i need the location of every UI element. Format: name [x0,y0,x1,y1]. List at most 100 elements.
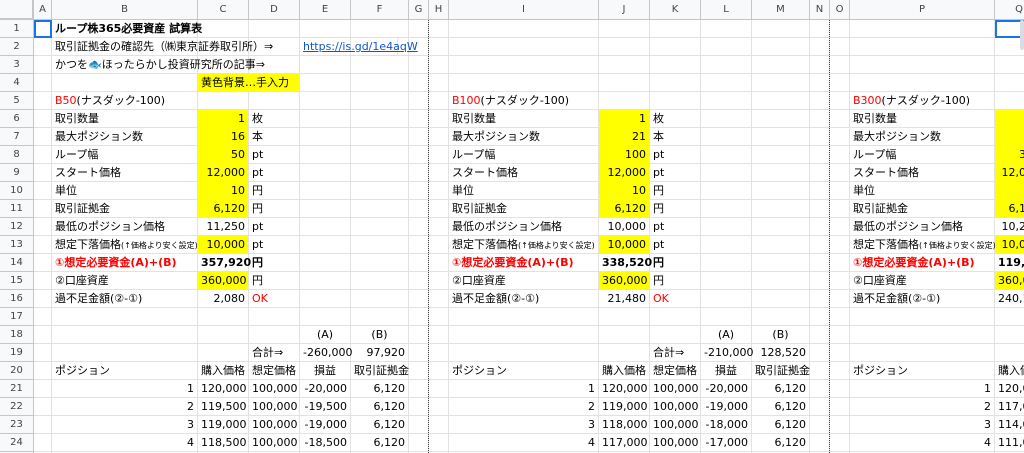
param-input[interactable]: 10 [198,182,249,200]
empty-cell[interactable] [752,128,810,146]
table-cell[interactable]: 6,120 [351,398,409,416]
empty-cell[interactable] [198,344,249,362]
empty-cell[interactable] [351,20,409,38]
empty-cell[interactable] [52,326,198,344]
empty-cell[interactable] [995,74,1024,92]
empty-cell[interactable] [429,56,449,74]
empty-cell[interactable] [701,236,752,254]
param-unit[interactable]: 円 [249,182,300,200]
empty-cell[interactable] [429,398,449,416]
empty-cell[interactable] [34,362,52,380]
param-unit[interactable]: pt [650,218,701,236]
empty-cell[interactable] [830,398,850,416]
empty-cell[interactable] [351,182,409,200]
param-label[interactable]: 単位 [52,182,198,200]
empty-cell[interactable] [34,344,52,362]
empty-cell[interactable] [650,308,701,326]
row-header-20[interactable]: 20 [0,362,34,380]
empty-cell[interactable] [429,308,449,326]
table-cell[interactable]: -18,000 [701,416,752,434]
empty-cell[interactable] [351,218,409,236]
table-cell[interactable]: 100,000 [249,416,300,434]
table-header[interactable]: 想定価格 [650,362,701,380]
param-label[interactable]: ②口座資産 [449,272,599,290]
table-header[interactable]: 購入価格 [599,362,650,380]
column-header-d[interactable]: D [249,0,300,20]
param-unit[interactable]: 円 [650,182,701,200]
empty-cell[interactable] [810,56,830,74]
empty-cell[interactable] [830,92,850,110]
param-unit[interactable]: 円 [650,254,701,272]
empty-cell[interactable] [995,326,1024,344]
param-input[interactable]: 10 [599,182,650,200]
param-input[interactable]: 1 [198,110,249,128]
empty-cell[interactable] [429,272,449,290]
table-header[interactable]: 損益 [701,362,752,380]
param-input[interactable]: 100 [599,146,650,164]
empty-cell[interactable] [850,326,995,344]
table-cell[interactable]: -18,500 [300,434,351,452]
empty-cell[interactable] [429,92,449,110]
empty-cell[interactable] [830,236,850,254]
row-header-24[interactable]: 24 [0,434,34,452]
empty-cell[interactable] [300,308,351,326]
param-input[interactable]: 10,000 [599,236,650,254]
empty-cell[interactable] [198,92,249,110]
header-b[interactable]: (B) [752,326,810,344]
table-cell[interactable]: 117,000 [599,434,650,452]
empty-cell[interactable] [300,272,351,290]
param-input[interactable]: 16 [198,128,249,146]
column-header-c[interactable]: C [198,0,249,20]
param-label[interactable]: 過不足金額(②-①) [449,290,599,308]
total-b[interactable]: 128,520 [752,344,810,362]
empty-cell[interactable] [409,146,429,164]
row-header-15[interactable]: 15 [0,272,34,290]
table-cell[interactable]: 117,000 [995,398,1024,416]
empty-cell[interactable] [34,200,52,218]
column-header-i[interactable]: I [449,0,599,20]
row-header-21[interactable]: 21 [0,380,34,398]
empty-cell[interactable] [449,74,599,92]
empty-cell[interactable] [429,236,449,254]
empty-cell[interactable] [52,308,198,326]
row-header-17[interactable]: 17 [0,308,34,326]
empty-cell[interactable] [249,326,300,344]
empty-cell[interactable] [810,110,830,128]
empty-cell[interactable] [409,110,429,128]
row-header-5[interactable]: 5 [0,92,34,110]
param-unit[interactable]: 円 [249,200,300,218]
table-cell[interactable]: 100,000 [650,380,701,398]
param-unit[interactable]: pt [249,146,300,164]
empty-cell[interactable] [701,254,752,272]
empty-cell[interactable] [599,326,650,344]
empty-cell[interactable] [34,398,52,416]
param-input[interactable]: 10,000 [995,236,1024,254]
empty-cell[interactable] [701,308,752,326]
empty-cell[interactable] [830,182,850,200]
empty-cell[interactable] [830,128,850,146]
empty-cell[interactable] [300,92,351,110]
table-cell[interactable]: 120,000 [599,380,650,398]
empty-cell[interactable] [830,362,850,380]
section-title-2[interactable]: B300(ナスダック-100) [850,92,995,110]
empty-cell[interactable] [701,272,752,290]
empty-cell[interactable] [351,74,409,92]
column-header-e[interactable]: E [300,0,351,20]
table-cell[interactable]: 100,000 [249,398,300,416]
empty-cell[interactable] [830,200,850,218]
param-unit[interactable]: 円 [650,272,701,290]
param-input[interactable]: 10 [995,182,1024,200]
total-label[interactable]: 合計⇒ [650,344,701,362]
table-cell[interactable]: 6,120 [752,416,810,434]
column-header-q[interactable]: Q [995,0,1024,20]
empty-cell[interactable] [351,308,409,326]
table-cell[interactable]: 1 [52,380,198,398]
table-cell[interactable]: 118,500 [198,434,249,452]
param-unit[interactable]: 円 [249,254,300,272]
empty-cell[interactable] [409,20,429,38]
empty-cell[interactable] [830,218,850,236]
empty-cell[interactable] [810,416,830,434]
empty-cell[interactable] [429,38,449,56]
empty-cell[interactable] [810,146,830,164]
empty-cell[interactable] [830,110,850,128]
